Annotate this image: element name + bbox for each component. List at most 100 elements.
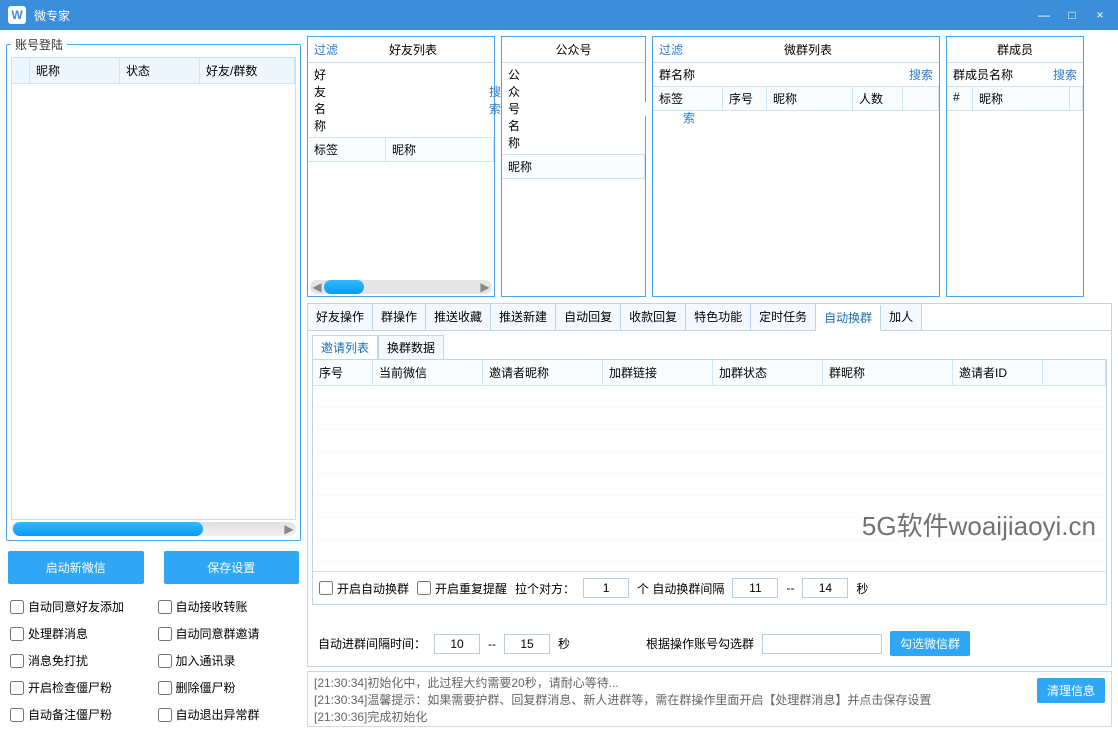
gcol-join-status[interactable]: 加群状态 — [713, 360, 823, 385]
account-table-body — [12, 84, 295, 494]
gcol-join-link[interactable]: 加群链接 — [603, 360, 713, 385]
titlebar: W 微专家 — □ × — [0, 0, 1118, 30]
scroll-right-icon[interactable]: ▶ — [478, 280, 492, 294]
tab-群操作[interactable]: 群操作 — [373, 304, 426, 330]
start-wechat-button[interactable]: 启动新微信 — [8, 551, 144, 584]
members-col-nick[interactable]: 昵称 — [973, 87, 1070, 110]
friends-search-input[interactable] — [330, 93, 485, 107]
join-from-input[interactable] — [434, 634, 480, 654]
groups-col-nick[interactable]: 昵称 — [767, 87, 853, 110]
friends-filter-link[interactable]: 过滤 — [314, 41, 338, 58]
clear-log-button[interactable]: 清理信息 — [1037, 678, 1105, 703]
friends-col-nick[interactable]: 昵称 — [386, 138, 494, 161]
gcol-blank — [1043, 360, 1106, 385]
pull-label-b: 个 自动换群间隔 — [637, 580, 724, 597]
groups-col-seq[interactable]: 序号 — [723, 87, 767, 110]
sec1: 秒 — [856, 580, 868, 597]
interval-to-input[interactable] — [802, 578, 848, 598]
scroll-thumb[interactable] — [324, 280, 364, 294]
dash1: -- — [786, 581, 794, 595]
app-logo: W — [8, 6, 26, 24]
groups-title: 微群列表 — [683, 41, 933, 58]
chk-auto-quit-abnormal[interactable]: 自动退出异常群 — [158, 706, 298, 723]
groups-col-tag[interactable]: 标签 — [653, 87, 723, 110]
maximize-button[interactable]: □ — [1062, 5, 1082, 25]
official-name-label: 公众号名称 — [508, 66, 520, 151]
members-col-idx[interactable]: # — [947, 87, 973, 110]
pull-count-input[interactable] — [583, 578, 629, 598]
scroll-thumb[interactable] — [13, 522, 203, 536]
select-wx-button[interactable]: 勾选微信群 — [890, 631, 970, 656]
options-grid: 自动同意好友添加 自动接收转账 处理群消息 自动同意群邀请 消息免打扰 加入通讯… — [6, 594, 301, 727]
inner-tab-换群数据[interactable]: 换群数据 — [378, 335, 444, 359]
chk-msg-no-disturb[interactable]: 消息免打扰 — [10, 652, 150, 669]
close-button[interactable]: × — [1090, 5, 1110, 25]
groups-search-input[interactable] — [699, 68, 905, 82]
join-interval-label: 自动进群间隔时间： — [318, 635, 426, 652]
tab-推送新建[interactable]: 推送新建 — [491, 304, 556, 330]
log-line: [21:30:36]完成初始化 — [314, 709, 1105, 726]
chk-del-zombie[interactable]: 删除僵尸粉 — [158, 679, 298, 696]
members-body — [947, 111, 1083, 296]
chk-auto-accept-friend[interactable]: 自动同意好友添加 — [10, 598, 150, 615]
members-title: 群成员 — [953, 41, 1077, 58]
friends-search-link[interactable]: 搜索 — [489, 83, 501, 117]
account-table: 昵称 状态 好友/群数 — [11, 57, 296, 520]
tab-好友操作[interactable]: 好友操作 — [308, 304, 373, 330]
account-hscroll[interactable]: ◀ ▶ — [11, 522, 296, 536]
watermark: 5G软件woaijiaoyi.cn — [862, 506, 1096, 543]
members-search-link[interactable]: 搜索 — [1053, 66, 1077, 83]
chk-enable-switch[interactable]: 开启自动换群 — [319, 580, 409, 597]
groups-col-count[interactable]: 人数 — [853, 87, 903, 110]
log-line: [21:30:34]温馨提示：如果需要护群、回复群消息、新人进群等，需在群操作里… — [314, 692, 1105, 709]
pull-label-a: 拉个对方： — [515, 580, 575, 597]
friends-body — [308, 162, 494, 280]
select-by-acct-input[interactable] — [762, 634, 882, 654]
groups-name-label: 群名称 — [659, 66, 695, 83]
col-status[interactable]: 状态 — [120, 58, 200, 84]
groups-filter-link[interactable]: 过滤 — [659, 41, 683, 58]
tab-加人[interactable]: 加人 — [881, 304, 922, 330]
tab-特色功能[interactable]: 特色功能 — [686, 304, 751, 330]
interval-from-input[interactable] — [732, 578, 778, 598]
members-panel: 群成员 群成员名称 搜索 # 昵称 — [946, 36, 1084, 297]
tab-自动换群[interactable]: 自动换群 — [816, 305, 881, 331]
gcol-seq[interactable]: 序号 — [313, 360, 373, 385]
gcol-group-nick[interactable]: 群昵称 — [823, 360, 953, 385]
inner-tab-邀请列表[interactable]: 邀请列表 — [312, 335, 378, 359]
tab-定时任务[interactable]: 定时任务 — [751, 304, 816, 330]
minimize-button[interactable]: — — [1034, 5, 1054, 25]
scroll-left-icon[interactable]: ◀ — [310, 280, 324, 294]
gcol-curwx[interactable]: 当前微信 — [373, 360, 483, 385]
members-name-label: 群成员名称 — [953, 66, 1013, 83]
chk-check-zombie[interactable]: 开启检查僵尸粉 — [10, 679, 150, 696]
dash2: -- — [488, 637, 496, 651]
friends-hscroll[interactable]: ◀ ▶ — [310, 280, 492, 294]
members-search-input[interactable] — [1017, 68, 1049, 82]
chk-note-zombie[interactable]: 自动备注僵尸粉 — [10, 706, 150, 723]
chk-handle-group-msg[interactable]: 处理群消息 — [10, 625, 150, 642]
scroll-right-icon[interactable]: ▶ — [282, 522, 296, 536]
official-col-nick[interactable]: 昵称 — [502, 155, 645, 178]
tab-推送收藏[interactable]: 推送收藏 — [426, 304, 491, 330]
col-nick[interactable]: 昵称 — [30, 58, 120, 84]
chk-auto-accept-group-invite[interactable]: 自动同意群邀请 — [158, 625, 298, 642]
join-to-input[interactable] — [504, 634, 550, 654]
friends-title: 好友列表 — [338, 41, 488, 58]
chk-auto-accept-transfer[interactable]: 自动接收转账 — [158, 598, 298, 615]
gcol-inviter-id[interactable]: 邀请者ID — [953, 360, 1043, 385]
groups-col-blank — [903, 87, 939, 110]
chk-enable-remind[interactable]: 开启重复提醒 — [417, 580, 507, 597]
official-body — [502, 179, 645, 296]
chk-add-contacts[interactable]: 加入通讯录 — [158, 652, 298, 669]
gcol-inviter-nick[interactable]: 邀请者昵称 — [483, 360, 603, 385]
tab-收款回复[interactable]: 收款回复 — [621, 304, 686, 330]
col-count[interactable]: 好友/群数 — [200, 58, 295, 84]
save-settings-button[interactable]: 保存设置 — [164, 551, 300, 584]
friends-name-label: 好友名称 — [314, 66, 326, 134]
tab-自动回复[interactable]: 自动回复 — [556, 304, 621, 330]
log-box: [21:30:34]初始化中，此过程大约需要20秒，请耐心等待... [21:3… — [307, 671, 1112, 727]
friends-col-tag[interactable]: 标签 — [308, 138, 386, 161]
main-tabs: 好友操作群操作推送收藏推送新建自动回复收款回复特色功能定时任务自动换群加人 — [307, 303, 1112, 330]
groups-search-link[interactable]: 搜索 — [909, 66, 933, 83]
